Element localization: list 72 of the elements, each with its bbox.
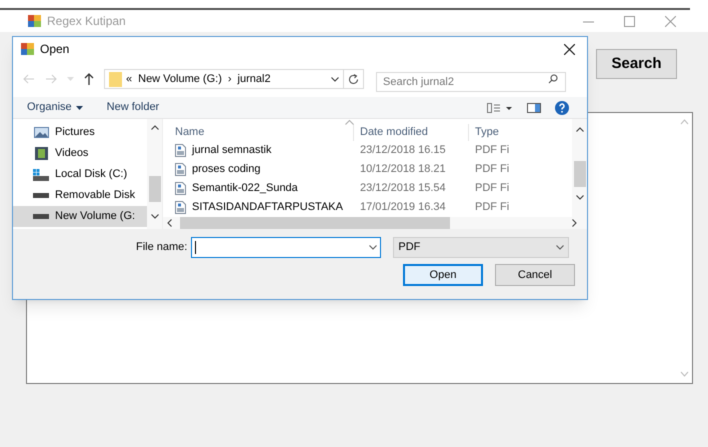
nav-item[interactable]: Removable Disk <box>13 185 147 206</box>
help-icon[interactable] <box>555 100 569 114</box>
drive-icon <box>33 214 49 219</box>
date-modified: 10/12/2018 18.21 <box>359 162 447 178</box>
search-button[interactable]: Search <box>596 49 677 79</box>
date-modified: 23/12/2018 15.54 <box>359 181 447 196</box>
file-name: proses coding <box>192 162 260 178</box>
breadcrumb-separator: › <box>228 72 232 87</box>
drive-icon <box>33 168 49 180</box>
file-row[interactable]: Semantik-022_Sunda 23/12/2018 15.54 PDF Fi <box>163 179 572 198</box>
caret-icon <box>76 106 83 110</box>
new-folder-button[interactable]: New folder <box>106 99 160 116</box>
file-name-label: File name: <box>136 240 188 256</box>
date-modified: 23/12/2018 16.15 <box>359 143 447 158</box>
dialog-button[interactable]: Cancel <box>495 264 575 286</box>
nav-item[interactable]: Pictures <box>13 122 147 143</box>
folder-icon <box>109 72 122 86</box>
file-name: jurnal semnastik <box>192 143 272 158</box>
close-icon[interactable] <box>564 44 575 54</box>
dropdown-icon <box>556 245 564 250</box>
film-icon <box>34 147 48 160</box>
maximize-icon[interactable] <box>624 16 635 26</box>
scroll-right-icon[interactable] <box>572 219 577 227</box>
view-icon[interactable] <box>487 102 513 112</box>
file-name: Semantik-022_Sunda <box>192 181 298 196</box>
search-icon <box>548 74 558 84</box>
up-icon[interactable] <box>84 73 94 85</box>
pdf-file-icon <box>175 144 186 157</box>
file-row[interactable]: proses coding 10/12/2018 18.21 PDF Fi <box>163 160 572 179</box>
scrollbar-thumb[interactable] <box>574 161 586 187</box>
scrollbar-thumb[interactable] <box>148 176 160 202</box>
file-type: PDF Fi <box>474 162 510 178</box>
column-header[interactable]: Name <box>163 124 353 141</box>
overflow-chevron: « <box>126 72 132 87</box>
date-modified: 17/01/2019 16.34 <box>359 200 447 216</box>
picture-folder-icon <box>34 127 48 138</box>
address-bar[interactable]: « New Volume (G:) › jurnal2 <box>104 69 364 89</box>
column-header[interactable]: Date modified <box>353 124 468 141</box>
dialog-button[interactable]: Open <box>403 264 483 286</box>
nav-item[interactable]: Local Disk (C:) <box>13 164 147 185</box>
app-icon <box>21 43 34 55</box>
file-type-dropdown[interactable]: PDF <box>393 237 570 258</box>
pdf-file-icon <box>175 182 186 195</box>
file-row[interactable]: SITASIDANDAFTARPUSTAKA 17/01/2019 16.34 PDF Fi <box>163 198 572 217</box>
scroll-down-icon[interactable] <box>576 195 584 200</box>
file-type: PDF Fi <box>474 181 510 196</box>
breadcrumb[interactable]: New Volume (G:) <box>138 70 222 88</box>
app-icon <box>28 15 41 27</box>
nav-item[interactable]: New Volume (G: <box>13 206 147 227</box>
breadcrumb[interactable]: jurnal2 <box>238 70 271 88</box>
file-type: PDF Fi <box>474 143 510 158</box>
drive-icon <box>33 193 49 198</box>
scroll-up-icon[interactable] <box>150 125 158 130</box>
window-title: Regex Kutipan <box>47 13 126 30</box>
scroll-up-icon[interactable] <box>576 127 584 132</box>
dropdown-icon <box>369 245 378 250</box>
nav-item[interactable]: Videos <box>13 143 147 164</box>
pdf-file-icon <box>175 163 186 176</box>
refresh-icon[interactable] <box>348 74 359 84</box>
search-field[interactable]: Search jurnal2 <box>376 72 566 92</box>
file-type: PDF Fi <box>474 200 510 216</box>
organise-menu[interactable]: Organise <box>27 99 83 116</box>
dropdown-icon[interactable] <box>331 76 339 82</box>
scroll-left-icon[interactable] <box>167 219 172 227</box>
scrollbar-thumb[interactable] <box>180 217 450 229</box>
dialog-title: Open <box>40 41 70 58</box>
file-row[interactable]: jurnal semnastik 23/12/2018 16.15 PDF Fi <box>163 141 572 160</box>
pdf-file-icon <box>175 201 186 214</box>
scroll-down-icon[interactable] <box>150 214 158 219</box>
file-name: SITASIDANDAFTARPUSTAKA <box>192 200 343 216</box>
preview-pane-icon[interactable] <box>527 102 541 112</box>
file-name-field[interactable] <box>191 237 382 258</box>
